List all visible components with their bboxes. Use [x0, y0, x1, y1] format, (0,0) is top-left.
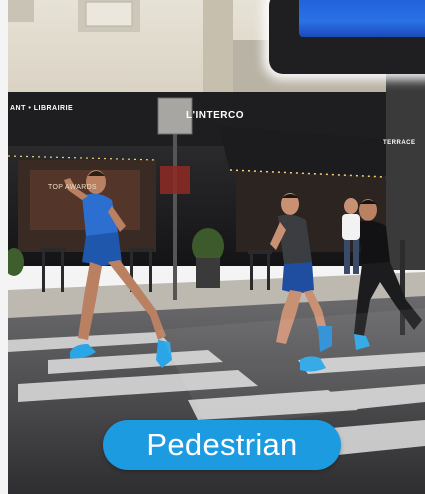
category-label-text: Pedestrian — [146, 427, 298, 462]
shop-sign-librairie: ANT • LIBRAIRIE — [10, 105, 74, 112]
building-right — [386, 60, 425, 270]
poster-text: TOP AWARDS — [48, 184, 97, 191]
tablet-screen — [299, 0, 425, 37]
shop-sign-interco: L'INTERCO — [186, 110, 244, 121]
shop-sign-right: TERRACE — [383, 140, 416, 146]
tablet-device — [269, 0, 425, 74]
window-center-shutter — [85, 1, 133, 27]
photo-frame: ANT • LIBRAIRIE L'INTERCO TERRACE TOP AW… — [8, 0, 425, 494]
category-label-pill: Pedestrian — [103, 420, 341, 470]
window-left — [8, 0, 34, 22]
street-panel — [160, 166, 190, 194]
facade-pillar — [203, 0, 233, 100]
